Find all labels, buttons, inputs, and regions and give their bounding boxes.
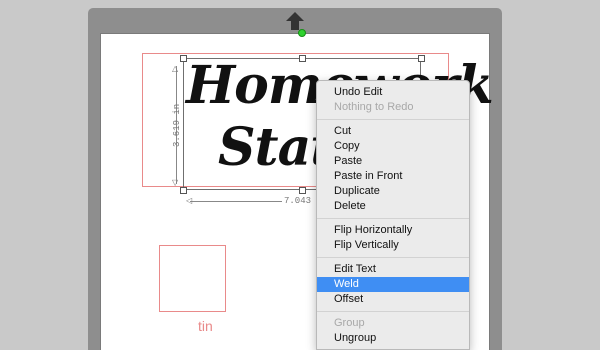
rotate-handle[interactable] — [298, 29, 306, 37]
menu-item-group: Group — [334, 317, 365, 329]
dimension-arrow-down-icon: ▽ — [172, 178, 179, 187]
menu-separator — [317, 119, 469, 120]
menu-item-nothing-to-redo: Nothing to Redo — [334, 101, 414, 113]
menu-item-cut[interactable]: Cut — [317, 124, 469, 139]
dimension-arrow-up-icon: △ — [172, 64, 179, 73]
menu-item-copy[interactable]: Copy — [317, 139, 469, 154]
menu-item-paste-in-front[interactable]: Paste in Front — [317, 169, 469, 184]
menu-item-duplicate[interactable]: Duplicate — [317, 184, 469, 199]
dimension-arrow-left-icon: ◁ — [186, 196, 193, 205]
height-dimension-label: 3.619 in — [172, 103, 182, 147]
menu-item-offset[interactable]: Offset — [317, 292, 469, 307]
tin-label: tin — [198, 318, 213, 334]
tin-shape[interactable] — [159, 245, 226, 312]
menu-item-delete[interactable]: Delete — [317, 199, 469, 214]
menu-item-undo-edit[interactable]: Undo Edit — [317, 85, 469, 100]
menu-item-flip-vertically[interactable]: Flip Vertically — [317, 238, 469, 253]
menu-separator — [317, 311, 469, 312]
context-menu: Undo Edit Nothing to Redo Cut Copy Paste Past… — [316, 80, 470, 350]
menu-item-flip-horizontally[interactable]: Flip Horizontally — [317, 223, 469, 238]
menu-separator — [317, 218, 469, 219]
resize-handle-bottom-center[interactable] — [299, 187, 306, 194]
move-arrow-icon[interactable] — [285, 11, 305, 31]
menu-item-edit-text[interactable]: Edit Text — [317, 262, 469, 277]
menu-item-paste[interactable]: Paste — [317, 154, 469, 169]
menu-separator — [317, 257, 469, 258]
resize-handle-bottom-left[interactable] — [180, 187, 187, 194]
menu-item-weld[interactable]: Weld — [317, 277, 469, 292]
menu-item-ungroup[interactable]: Ungroup — [317, 331, 469, 346]
